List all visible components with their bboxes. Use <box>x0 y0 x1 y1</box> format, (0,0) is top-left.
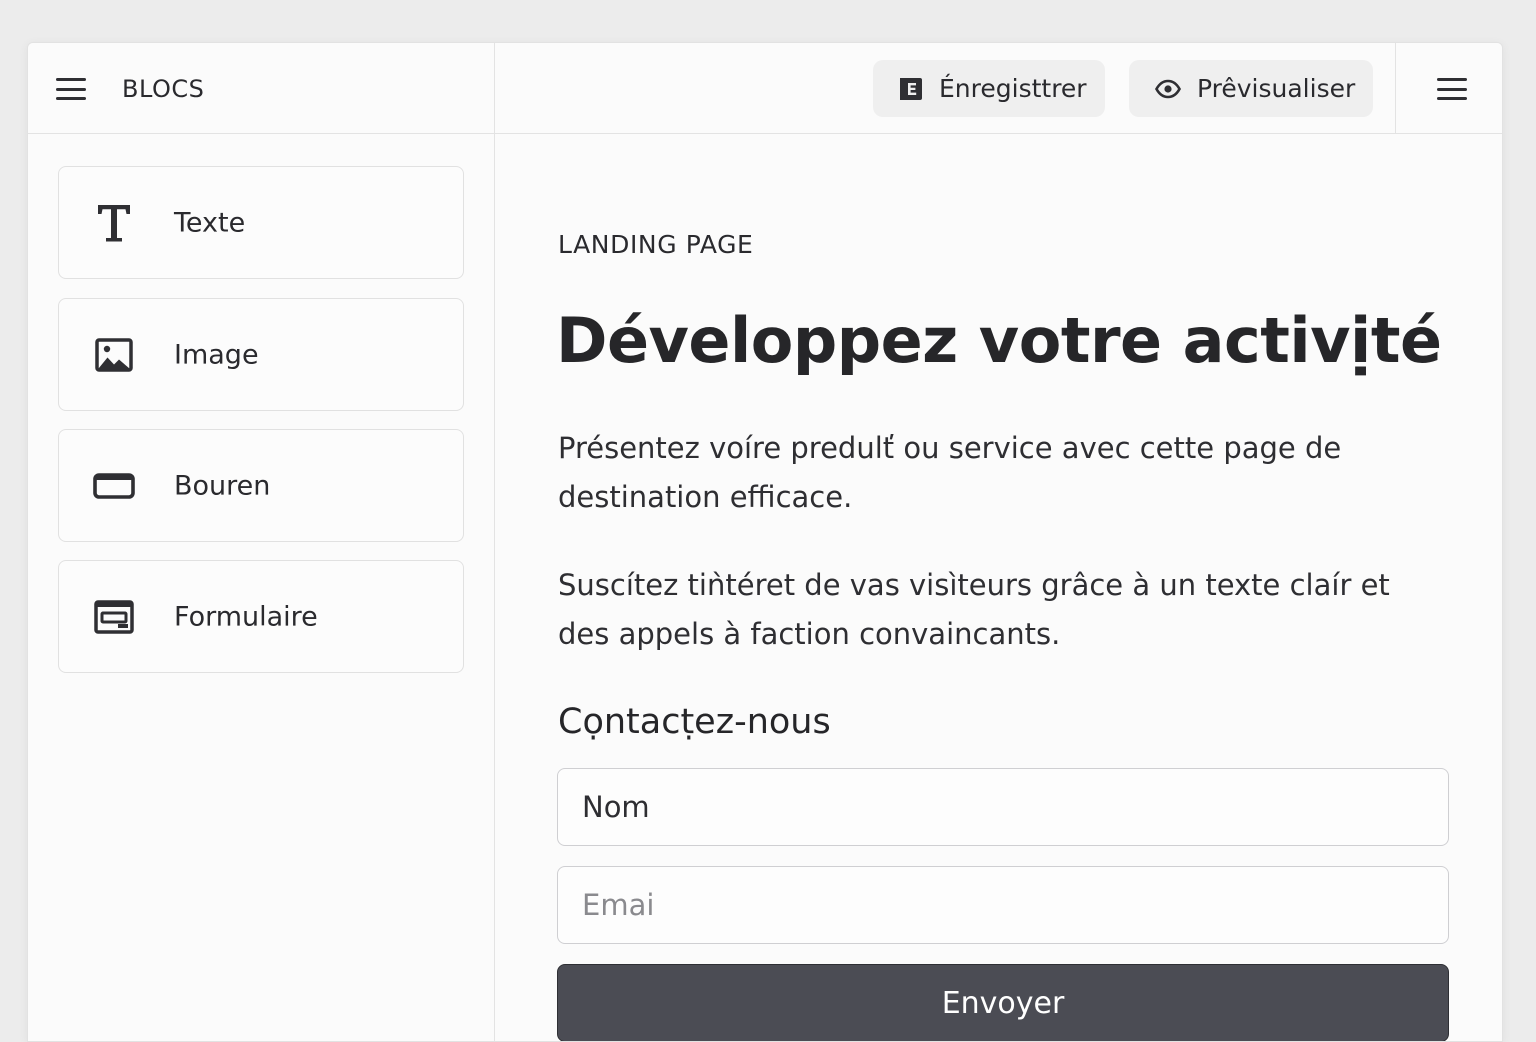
page-eyebrow: LANDING PAGE <box>558 230 754 259</box>
block-image[interactable]: Image <box>58 298 464 411</box>
body-paragraph: Suscítez tiǹtéret de vas visìteurs grâce… <box>558 568 1390 651</box>
menu-icon[interactable] <box>56 78 86 100</box>
save-button[interactable]: Énregisttrer <box>873 60 1105 117</box>
name-input[interactable] <box>557 768 1449 846</box>
save-icon <box>899 77 923 101</box>
form-icon <box>93 596 135 638</box>
eye-icon <box>1155 79 1181 99</box>
preview-button[interactable]: Prêvisualiser <box>1129 60 1373 117</box>
block-form[interactable]: Formulaire <box>58 560 464 673</box>
email-input[interactable] <box>557 866 1449 944</box>
image-icon <box>93 334 135 376</box>
intro-paragraph: Présentez voíre predulť ou service avec … <box>558 431 1342 514</box>
text-icon <box>93 202 135 244</box>
contact-title: Cọntacṭez-nous <box>558 702 831 742</box>
more-menu-icon[interactable] <box>1437 78 1467 100</box>
top-toolbar: BLOCS Énregisttrer Prêvisualiser <box>28 43 1502 134</box>
editor-window: BLOCS Énregisttrer Prêvisualiser Texte I… <box>27 42 1503 1042</box>
preview-button-label: Prêvisualiser <box>1197 74 1356 103</box>
sidebar-header: BLOCS <box>28 43 495 134</box>
save-button-label: Énregisttrer <box>939 74 1087 103</box>
submit-button[interactable]: Envoyer <box>557 964 1449 1041</box>
page-headline: Développez votre activịté <box>556 304 1442 377</box>
block-button[interactable]: Bouren <box>58 429 464 542</box>
button-icon <box>93 465 135 507</box>
blocks-sidebar: Texte Image Bouren Formulaire <box>28 134 495 1041</box>
toolbar-divider <box>1395 43 1396 134</box>
page-canvas: LANDING PAGE Développez votre activịté P… <box>496 134 1502 1041</box>
block-text[interactable]: Texte <box>58 166 464 279</box>
block-form-label: Formulaire <box>174 601 318 632</box>
block-button-label: Bouren <box>174 470 271 501</box>
block-text-label: Texte <box>174 207 246 238</box>
sidebar-title: BLOCS <box>122 75 205 103</box>
block-image-label: Image <box>174 339 259 370</box>
